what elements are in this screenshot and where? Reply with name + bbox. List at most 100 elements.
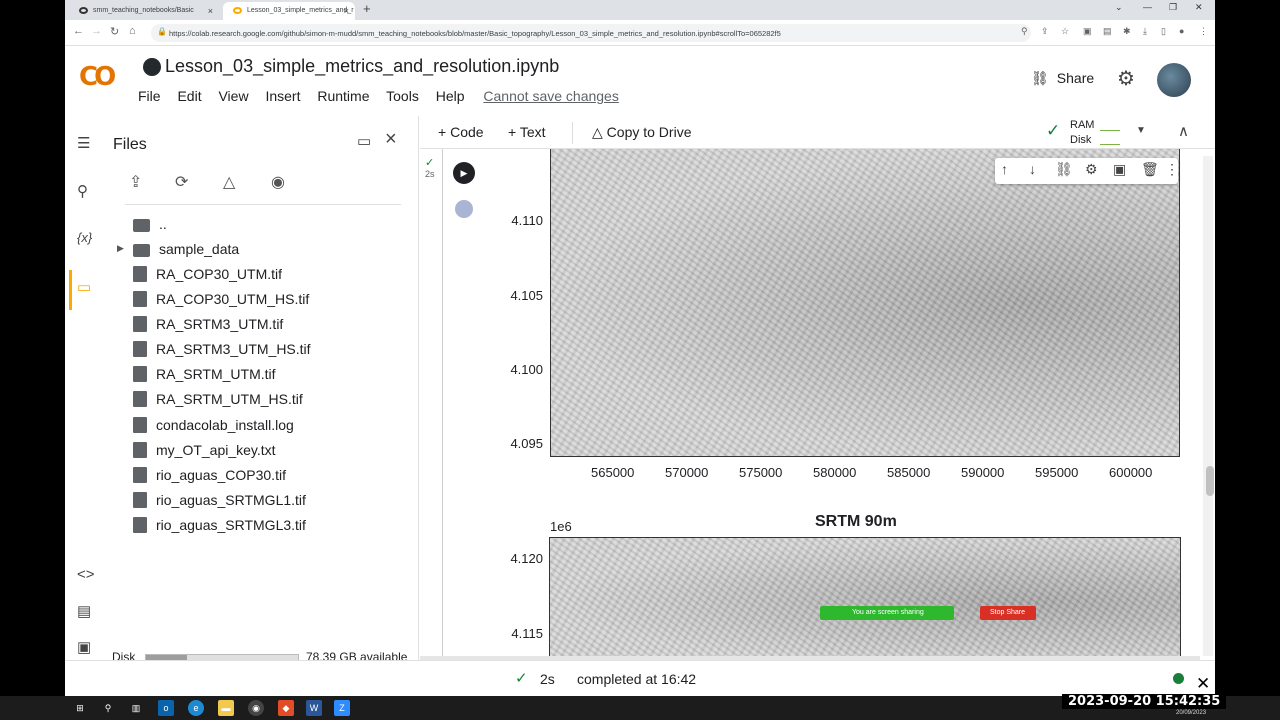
file-item[interactable]: rio_aguas_SRTMGL1.tif	[133, 492, 306, 514]
file-icon	[133, 467, 147, 483]
file-icon	[133, 266, 147, 282]
bookmark-star-icon[interactable]: ☆	[1061, 26, 1069, 37]
folder-sample-data[interactable]: ▶ sample_data	[117, 241, 239, 263]
scrollbar-thumb[interactable]	[1206, 466, 1214, 496]
disk-label: Disk	[1070, 134, 1092, 146]
upload-icon[interactable]: ⇪	[129, 172, 142, 192]
table-of-contents-icon[interactable]: ☰	[77, 134, 90, 152]
browser-menu-icon[interactable]: ⋮	[1199, 26, 1208, 37]
resource-indicator[interactable]: RAM Disk	[1070, 118, 1094, 148]
menu-tools[interactable]: Tools	[386, 88, 419, 104]
file-explorer-icon[interactable]: ▬	[218, 700, 234, 716]
avatar[interactable]	[1157, 63, 1191, 97]
variables-icon[interactable]: {x}	[77, 230, 92, 245]
add-text-label: Text	[519, 124, 546, 140]
mirror-cell-icon[interactable]: ▣	[1113, 161, 1126, 178]
search-icon[interactable]: ⚲	[100, 700, 116, 716]
outlook-icon[interactable]: o	[158, 700, 174, 716]
file-item[interactable]: RA_COP30_UTM_HS.tif	[133, 291, 309, 313]
x-tick: 600000	[1109, 465, 1153, 480]
delete-icon[interactable]: 🗑	[1141, 161, 1159, 178]
close-panel-icon[interactable]: ×	[385, 128, 397, 151]
git-icon[interactable]: ◆	[278, 700, 294, 716]
file-item[interactable]: rio_aguas_SRTMGL3.tif	[133, 517, 306, 539]
file-item[interactable]: condacolab_install.log	[133, 417, 294, 439]
menu-edit[interactable]: Edit	[177, 88, 201, 104]
file-item[interactable]: RA_SRTM_UTM.tif	[133, 366, 276, 388]
command-palette-icon[interactable]: ▤	[77, 602, 91, 620]
tab-colab[interactable]: Lesson_03_simple_metrics_and_r ×	[223, 2, 355, 20]
close-tab-icon[interactable]: ×	[208, 6, 213, 16]
download-icon[interactable]: ⤓	[1143, 26, 1147, 37]
back-icon[interactable]: ←	[73, 25, 84, 37]
notebook-title[interactable]: Lesson_03_simple_metrics_and_resolution.…	[165, 56, 559, 77]
reload-icon[interactable]: ↻	[110, 25, 119, 38]
search-icon[interactable]: ⚲	[77, 182, 88, 200]
more-vert-icon[interactable]: ⋮	[1165, 161, 1179, 178]
axis-exponent: 1e6	[550, 519, 572, 534]
menu-runtime[interactable]: Runtime	[317, 88, 369, 104]
extension-icon[interactable]: ▤	[1103, 26, 1112, 37]
close-tab-icon[interactable]: ×	[344, 6, 349, 16]
close-icon[interactable]: ✕	[1196, 674, 1210, 694]
output-cell: 4.110 4.105 4.100 4.095 565000 570000 57…	[442, 149, 1190, 667]
edge-icon[interactable]: e	[188, 700, 204, 716]
copy-to-drive-button[interactable]: △ Copy to Drive	[592, 124, 691, 141]
extension-icon[interactable]: ▣	[1083, 26, 1092, 37]
refresh-folder-icon[interactable]: ⟳	[175, 172, 188, 192]
file-item[interactable]: my_OT_api_key.txt	[133, 442, 276, 464]
vertical-scrollbar[interactable]	[1203, 156, 1213, 656]
menu-view[interactable]: View	[218, 88, 248, 104]
minimize-icon[interactable]: —	[1143, 2, 1152, 12]
colab-logo[interactable]: CO	[79, 62, 116, 92]
zoom-app-icon[interactable]: Z	[334, 700, 350, 716]
close-window-icon[interactable]: ✕	[1195, 2, 1203, 13]
file-item[interactable]: RA_COP30_UTM.tif	[133, 266, 282, 288]
file-item[interactable]: RA_SRTM_UTM_HS.tif	[133, 391, 303, 413]
menu-file[interactable]: File	[138, 88, 161, 104]
open-in-window-icon[interactable]: ▭	[357, 132, 371, 150]
file-item[interactable]: RA_SRTM3_UTM.tif	[133, 316, 283, 338]
home-icon[interactable]: ⌂	[129, 25, 136, 37]
disk-meter	[1100, 144, 1120, 145]
x-tick: 595000	[1035, 465, 1079, 480]
add-text-button[interactable]: + Text	[508, 124, 546, 140]
url-field[interactable]: 🔒 https://colab.research.google.com/gith…	[151, 24, 1031, 42]
hide-files-icon[interactable]: ◉	[271, 172, 285, 192]
chevron-down-icon[interactable]: ▼	[1136, 125, 1146, 136]
file-item[interactable]: rio_aguas_COP30.tif	[133, 467, 286, 489]
word-icon[interactable]: W	[306, 700, 322, 716]
new-tab-icon[interactable]: +	[363, 1, 371, 16]
chrome-icon[interactable]: ◉	[248, 700, 264, 716]
zoom-icon[interactable]: ⚲	[1021, 26, 1028, 37]
folder-icon[interactable]: ▭	[77, 278, 91, 296]
settings-gear-icon[interactable]: ⚙	[1117, 66, 1135, 91]
menu-insert[interactable]: Insert	[265, 88, 300, 104]
gear-icon[interactable]: ⚙	[1085, 161, 1098, 178]
sidepanel-icon[interactable]: ▯	[1161, 26, 1166, 37]
profile-icon[interactable]: ●	[1179, 26, 1184, 36]
chevron-up-icon[interactable]: ∧	[1178, 122, 1189, 140]
add-code-button[interactable]: + Code	[438, 124, 484, 140]
stop-share-button[interactable]: Stop Share	[980, 606, 1036, 620]
tab-search-icon[interactable]: ⌄	[1115, 2, 1123, 13]
windows-start-icon[interactable]: ⊞	[72, 700, 88, 716]
tab-github[interactable]: smm_teaching_notebooks/Basic ×	[69, 2, 219, 20]
terminal-icon[interactable]: ▣	[77, 638, 91, 656]
file-item[interactable]: RA_SRTM3_UTM_HS.tif	[133, 341, 311, 363]
link-icon[interactable]: ⛓	[1055, 161, 1073, 178]
cannot-save-link[interactable]: Cannot save changes	[483, 88, 618, 104]
menu-help[interactable]: Help	[436, 88, 465, 104]
share-page-icon[interactable]: ⇪	[1041, 26, 1049, 37]
mount-drive-icon[interactable]: △	[223, 172, 235, 192]
arrow-down-icon[interactable]: ↓	[1029, 161, 1036, 177]
expand-arrow-icon[interactable]: ▶	[117, 243, 124, 254]
task-view-icon[interactable]: ▥	[128, 700, 144, 716]
parent-folder[interactable]: ..	[133, 216, 167, 238]
forward-icon[interactable]: →	[91, 25, 102, 37]
arrow-up-icon[interactable]: ↑	[1001, 161, 1008, 177]
puzzle-icon[interactable]: ✱	[1123, 26, 1131, 37]
share-button[interactable]: ⛓ Share	[1031, 70, 1094, 87]
code-snippets-icon[interactable]: <>	[77, 566, 95, 583]
maximize-icon[interactable]: ❐	[1169, 2, 1177, 13]
